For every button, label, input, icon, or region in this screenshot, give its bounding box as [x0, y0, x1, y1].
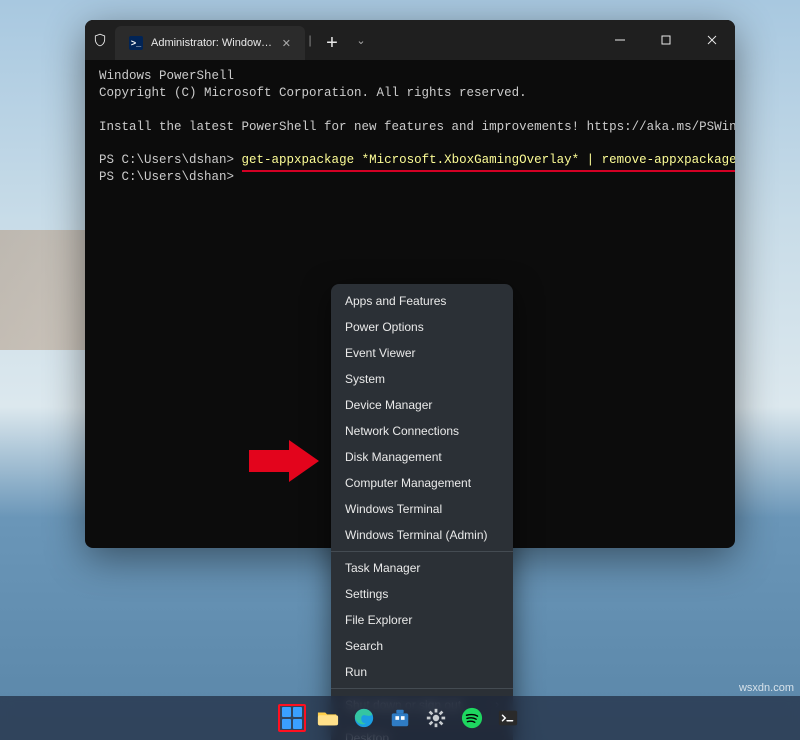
- taskbar-file-explorer[interactable]: [314, 704, 342, 732]
- minimize-button[interactable]: [597, 20, 643, 60]
- menu-separator: [331, 688, 513, 689]
- menu-device-manager[interactable]: Device Manager: [331, 392, 513, 418]
- menu-task-manager[interactable]: Task Manager: [331, 555, 513, 581]
- new-tab-button[interactable]: +: [315, 26, 349, 60]
- tab-powershell[interactable]: >_ Administrator: Windows Powe ✕: [115, 26, 305, 60]
- menu-network-connections[interactable]: Network Connections: [331, 418, 513, 444]
- taskbar-ms-store[interactable]: [386, 704, 414, 732]
- prompt1-ps: PS: [99, 153, 122, 167]
- prompt2-ps: PS: [99, 170, 122, 184]
- tab-close-icon[interactable]: ✕: [282, 37, 291, 50]
- menu-power-options[interactable]: Power Options: [331, 314, 513, 340]
- prompt1-path: C:\Users\dshan>: [122, 153, 242, 167]
- taskbar: [0, 696, 800, 740]
- menu-search[interactable]: Search: [331, 633, 513, 659]
- watermark: wsxdn.com: [739, 682, 794, 694]
- maximize-button[interactable]: [643, 20, 689, 60]
- titlebar: >_ Administrator: Windows Powe ✕ | + ⌄: [85, 20, 735, 60]
- menu-apps-and-features[interactable]: Apps and Features: [331, 288, 513, 314]
- menu-system[interactable]: System: [331, 366, 513, 392]
- close-button[interactable]: [689, 20, 735, 60]
- line-header2: Copyright (C) Microsoft Corporation. All…: [99, 86, 527, 100]
- start-button[interactable]: [278, 704, 306, 732]
- menu-event-viewer[interactable]: Event Viewer: [331, 340, 513, 366]
- menu-windows-terminal[interactable]: Windows Terminal: [331, 496, 513, 522]
- taskbar-spotify[interactable]: [458, 704, 486, 732]
- tab-title: Administrator: Windows Powe: [151, 37, 274, 49]
- winx-context-menu: Apps and Features Power Options Event Vi…: [331, 284, 513, 740]
- uac-shield-icon: [85, 20, 115, 60]
- line-header1: Windows PowerShell: [99, 69, 234, 83]
- prompt1-command: get-appxpackage *Microsoft.XboxGamingOve…: [242, 153, 735, 167]
- menu-settings[interactable]: Settings: [331, 581, 513, 607]
- prompt2-path: C:\Users\dshan>: [122, 170, 242, 184]
- red-arrow-annotation: [249, 440, 319, 482]
- taskbar-edge[interactable]: [350, 704, 378, 732]
- taskbar-terminal[interactable]: [494, 704, 522, 732]
- menu-run[interactable]: Run: [331, 659, 513, 685]
- menu-windows-terminal-admin[interactable]: Windows Terminal (Admin): [331, 522, 513, 548]
- line-install-msg: Install the latest PowerShell for new fe…: [99, 120, 735, 134]
- menu-file-explorer[interactable]: File Explorer: [331, 607, 513, 633]
- tab-dropdown-icon[interactable]: ⌄: [349, 20, 373, 60]
- menu-computer-management[interactable]: Computer Management: [331, 470, 513, 496]
- powershell-icon: >_: [129, 36, 143, 50]
- menu-separator: [331, 551, 513, 552]
- menu-disk-management[interactable]: Disk Management: [331, 444, 513, 470]
- windows-logo-icon: [282, 707, 302, 729]
- taskbar-settings[interactable]: [422, 704, 450, 732]
